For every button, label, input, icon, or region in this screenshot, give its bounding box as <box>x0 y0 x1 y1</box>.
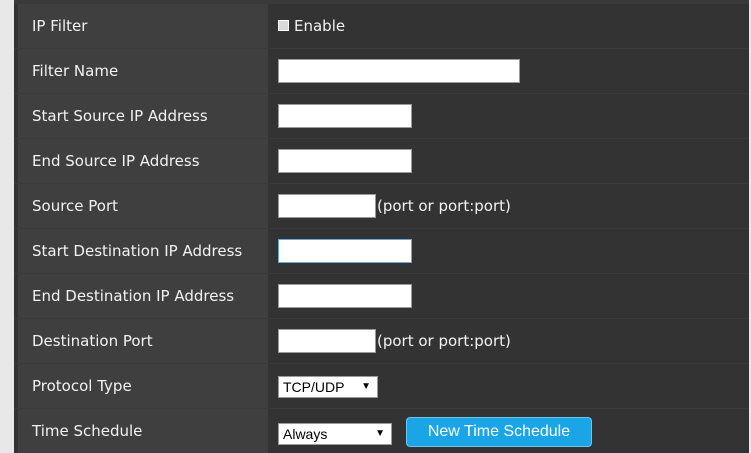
end-source-ip-value <box>276 139 749 183</box>
source-port-input[interactable] <box>278 194 376 218</box>
row-start-source-ip: Start Source IP Address <box>14 94 749 138</box>
new-time-schedule-button[interactable]: New Time Schedule <box>406 417 592 447</box>
ip-filter-enable-checkbox[interactable] <box>278 20 289 31</box>
filter-name-input[interactable] <box>278 59 520 83</box>
start-destination-ip-value <box>276 229 749 273</box>
end-destination-ip-value <box>276 274 749 318</box>
start-destination-ip-input[interactable] <box>278 239 412 263</box>
start-destination-ip-label: Start Destination IP Address <box>18 229 268 273</box>
row-destination-port: Destination Port (port or port:port) <box>14 319 749 363</box>
start-source-ip-input[interactable] <box>278 104 412 128</box>
source-port-label: Source Port <box>18 184 268 228</box>
destination-port-hint: (port or port:port) <box>377 332 511 350</box>
time-schedule-selected: Always <box>283 426 328 442</box>
row-ip-filter: IP Filter Enable <box>14 4 749 48</box>
end-source-ip-input[interactable] <box>278 149 412 173</box>
row-start-destination-ip: Start Destination IP Address <box>14 229 749 273</box>
row-source-port: Source Port (port or port:port) <box>14 184 749 228</box>
source-port-hint: (port or port:port) <box>377 197 511 215</box>
row-end-source-ip: End Source IP Address <box>14 139 749 183</box>
ip-filter-form: IP Filter Enable Filter Name Start Sourc… <box>14 0 749 453</box>
end-destination-ip-label: End Destination IP Address <box>18 274 268 318</box>
time-schedule-value: Always ▼ New Time Schedule <box>276 409 749 453</box>
destination-port-value: (port or port:port) <box>276 319 749 363</box>
destination-port-label: Destination Port <box>18 319 268 363</box>
start-source-ip-value <box>276 94 749 138</box>
filter-name-value <box>276 49 749 93</box>
protocol-type-label: Protocol Type <box>18 364 268 408</box>
protocol-type-select[interactable]: TCP/UDP ▼ <box>278 376 378 398</box>
chevron-down-icon: ▼ <box>375 428 385 439</box>
destination-port-input[interactable] <box>278 329 376 353</box>
time-schedule-select[interactable]: Always ▼ <box>278 423 392 445</box>
ip-filter-label: IP Filter <box>18 4 268 48</box>
end-source-ip-label: End Source IP Address <box>18 139 268 183</box>
ip-filter-enable-label[interactable]: Enable <box>294 16 345 36</box>
row-end-destination-ip: End Destination IP Address <box>14 274 749 318</box>
row-time-schedule: Time Schedule Always ▼ New Time Schedule <box>14 409 749 453</box>
ip-filter-value: Enable <box>276 4 749 48</box>
protocol-type-selected: TCP/UDP <box>283 379 345 395</box>
source-port-value: (port or port:port) <box>276 184 749 228</box>
row-filter-name: Filter Name <box>14 49 749 93</box>
chevron-down-icon: ▼ <box>361 381 371 392</box>
time-schedule-label: Time Schedule <box>18 409 268 453</box>
row-protocol-type: Protocol Type TCP/UDP ▼ <box>14 364 749 408</box>
filter-name-label: Filter Name <box>18 49 268 93</box>
end-destination-ip-input[interactable] <box>278 284 412 308</box>
protocol-type-value: TCP/UDP ▼ <box>276 364 749 408</box>
start-source-ip-label: Start Source IP Address <box>18 94 268 138</box>
